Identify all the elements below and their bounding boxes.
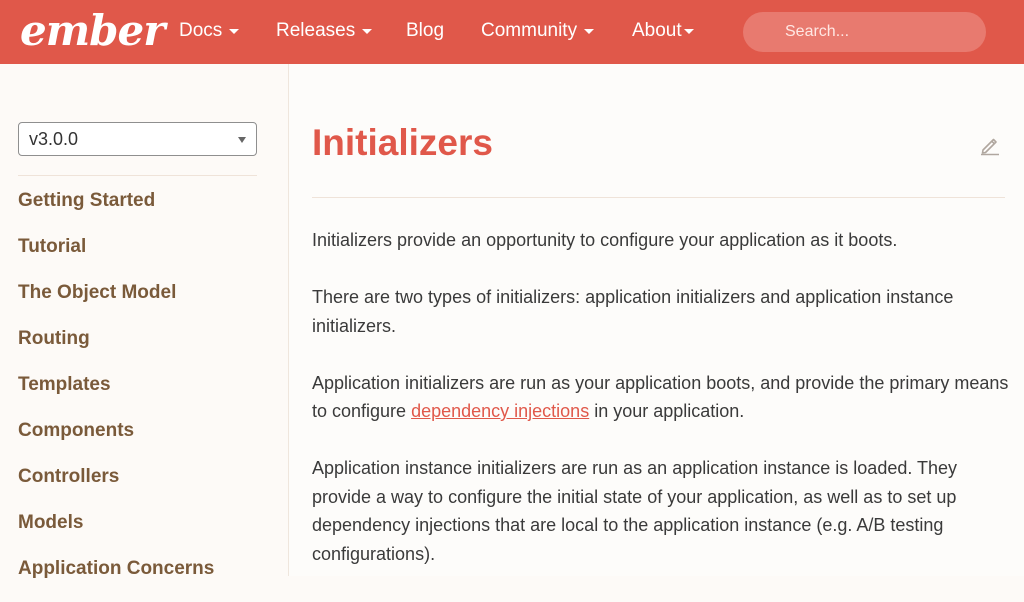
- top-nav-bar: ember Docs Releases Blog Community About: [0, 0, 1024, 64]
- sidebar-item-application-concerns[interactable]: Application Concerns: [18, 556, 214, 602]
- search-input[interactable]: [743, 12, 986, 52]
- nav-about[interactable]: About: [632, 20, 694, 42]
- chevron-down-icon: [229, 28, 240, 34]
- sidebar-divider: [18, 175, 257, 176]
- paragraph-text: in your application.: [589, 401, 745, 421]
- nav-releases-label: Releases: [276, 20, 356, 41]
- nav-docs[interactable]: Docs: [179, 20, 240, 42]
- sidebar-item-templates[interactable]: Templates: [18, 372, 214, 418]
- pencil-icon[interactable]: [979, 134, 1001, 156]
- main-content: Initializers Initializers provide an opp…: [289, 64, 1024, 576]
- ember-logo[interactable]: ember: [20, 6, 165, 55]
- sidebar-item-controllers[interactable]: Controllers: [18, 464, 214, 510]
- nav-community-label: Community: [481, 20, 578, 41]
- nav-blog-label: Blog: [406, 20, 445, 41]
- chevron-down-icon: [683, 28, 694, 34]
- sidebar-item-tutorial[interactable]: Tutorial: [18, 234, 214, 280]
- sidebar-item-object-model[interactable]: The Object Model: [18, 280, 214, 326]
- title-divider: [312, 197, 1005, 198]
- paragraph: Application instance initializers are ru…: [312, 458, 958, 564]
- nav-community[interactable]: Community: [481, 20, 595, 42]
- chevron-down-icon: [362, 28, 373, 34]
- paragraph: Initializers provide an opportunity to c…: [312, 230, 898, 250]
- dependency-injections-link[interactable]: dependency injections: [411, 401, 589, 421]
- sidebar: v3.0.0 Getting Started Tutorial The Obje…: [0, 64, 289, 579]
- sidebar-item-components[interactable]: Components: [18, 418, 214, 464]
- nav-about-label: About: [632, 20, 682, 41]
- nav-docs-label: Docs: [179, 20, 223, 41]
- sidebar-item-models[interactable]: Models: [18, 510, 214, 556]
- version-select-value: v3.0.0: [29, 128, 79, 149]
- nav-releases[interactable]: Releases: [276, 20, 373, 42]
- sidebar-item-getting-started[interactable]: Getting Started: [18, 188, 214, 234]
- version-select[interactable]: v3.0.0: [18, 122, 257, 156]
- sidebar-item-routing[interactable]: Routing: [18, 326, 214, 372]
- sidebar-nav: Getting Started Tutorial The Object Mode…: [18, 188, 214, 602]
- page-title: Initializers: [312, 122, 493, 163]
- paragraph: There are two types of initializers: app…: [312, 287, 954, 336]
- paragraph: Application initializers are run as your…: [312, 369, 1012, 426]
- chevron-down-icon: [238, 137, 246, 143]
- nav-blog[interactable]: Blog: [406, 20, 444, 42]
- chevron-down-icon: [584, 28, 595, 34]
- article-body: Initializers provide an opportunity to c…: [312, 226, 1012, 597]
